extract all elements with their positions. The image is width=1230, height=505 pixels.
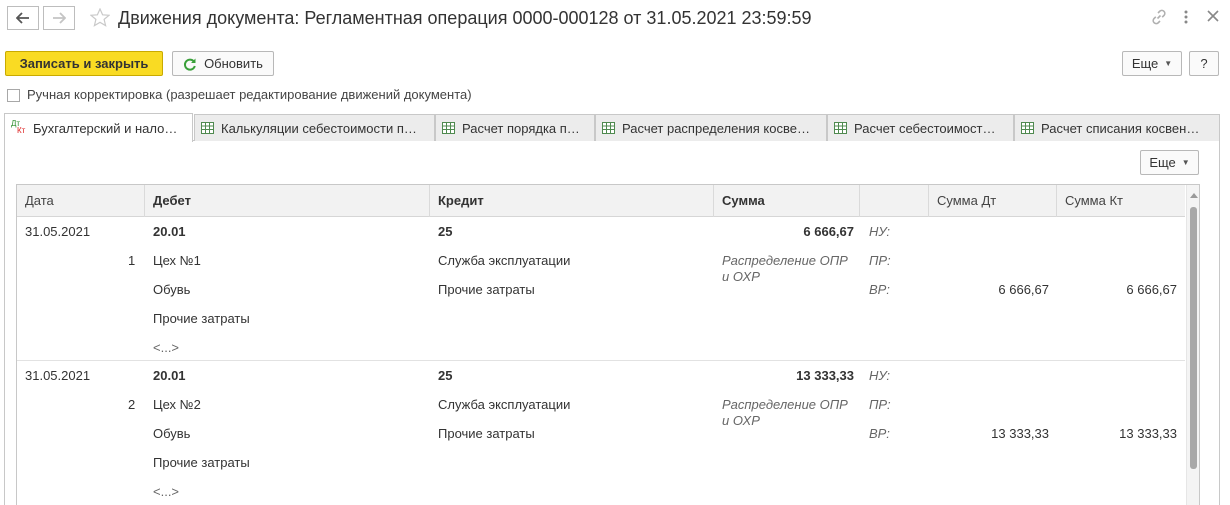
refresh-button[interactable]: Обновить: [172, 51, 274, 76]
row-sum: 13 333,33: [796, 368, 854, 383]
back-button[interactable]: [7, 6, 39, 30]
column-header-date[interactable]: Дата: [17, 185, 145, 217]
debit-subconto: Цех №1: [153, 253, 201, 268]
tab-label: Бухгалтерский и нало…: [33, 120, 178, 136]
column-header-sum-dt[interactable]: Сумма Дт: [929, 185, 1057, 217]
debit-account: 20.01: [153, 224, 186, 239]
dt-kt-icon: Дт Кт: [11, 119, 26, 135]
tab-label: Расчет порядка п…: [462, 120, 580, 136]
row-content: Распределение ОПР и ОХР: [722, 253, 848, 284]
debit-subconto: Прочие затраты: [153, 455, 250, 470]
credit-account: 25: [438, 368, 453, 383]
row-number: 2: [128, 397, 136, 412]
link-icon[interactable]: [1150, 8, 1168, 29]
debit-subconto: Обувь: [153, 282, 191, 297]
panel-more-label: Еще: [1149, 155, 1176, 170]
scroll-up-icon[interactable]: [1190, 193, 1198, 198]
debit-more[interactable]: <...>: [153, 484, 179, 500]
debit-more[interactable]: <...>: [153, 340, 179, 356]
type-nu: НУ:: [869, 224, 891, 239]
register-tabs: Дт Кт Бухгалтерский и нало… Калькуляции с…: [4, 113, 1220, 142]
row-sum-kt: 6 666,67: [1126, 282, 1177, 297]
row-sum-kt: 13 333,33: [1119, 426, 1177, 441]
table-icon: [1021, 122, 1034, 134]
debit-subconto: Цех №2: [153, 397, 201, 412]
save-and-close-button[interactable]: Записать и закрыть: [5, 51, 163, 76]
tab-order-calculation[interactable]: Расчет порядка п…: [435, 114, 595, 141]
type-vr: ВР:: [869, 282, 890, 297]
tab-label: Расчет себестоимост…: [854, 120, 996, 136]
favorite-star-icon[interactable]: [89, 7, 111, 30]
tab-accounting[interactable]: Дт Кт Бухгалтерский и нало…: [4, 113, 193, 142]
tab-label: Расчет распределения косве…: [622, 120, 810, 136]
refresh-icon: [184, 58, 196, 71]
chevron-down-icon: ▼: [1164, 59, 1173, 68]
type-pr: ПР:: [869, 397, 891, 412]
debit-account: 20.01: [153, 368, 186, 383]
vertical-scrollbar[interactable]: [1186, 185, 1199, 505]
debit-subconto: Прочие затраты: [153, 311, 250, 326]
credit-subconto: Прочие затраты: [438, 282, 535, 297]
more-button[interactable]: Еще ▼: [1122, 51, 1182, 76]
column-header-sum-kt[interactable]: Сумма Кт: [1057, 185, 1185, 217]
row-divider: [17, 360, 1185, 361]
type-pr: ПР:: [869, 253, 891, 268]
manual-adjust-checkbox[interactable]: [7, 89, 20, 102]
table-icon: [834, 122, 847, 134]
column-header-type[interactable]: [860, 185, 929, 217]
page-title: Движения документа: Регламентная операци…: [118, 8, 812, 28]
column-header-credit[interactable]: Кредит: [430, 185, 714, 217]
help-label: ?: [1200, 56, 1208, 71]
tab-cost-price[interactable]: Расчет себестоимост…: [827, 114, 1014, 141]
refresh-label: Обновить: [204, 56, 263, 71]
credit-subconto: Прочие затраты: [438, 426, 535, 441]
chevron-down-icon: ▼: [1181, 158, 1190, 167]
tab-indirect-distribution[interactable]: Расчет распределения косве…: [595, 114, 827, 141]
forward-button[interactable]: [43, 6, 75, 30]
table-icon: [201, 122, 214, 134]
tab-indirect-writeoff[interactable]: Расчет списания косвен…: [1014, 114, 1220, 141]
arrow-right-icon: [53, 12, 66, 24]
arrow-left-icon: [16, 12, 29, 24]
type-nu: НУ:: [869, 368, 891, 383]
row-content: Распределение ОПР и ОХР: [722, 397, 848, 428]
tab-label: Калькуляции себестоимости п…: [221, 120, 417, 136]
row-sum-dt: 6 666,67: [998, 282, 1049, 297]
column-header-sum[interactable]: Сумма: [714, 185, 860, 217]
row-date: 31.05.2021: [25, 224, 91, 239]
column-header-debit[interactable]: Дебет: [145, 185, 430, 217]
save-and-close-label: Записать и закрыть: [19, 56, 149, 71]
table-icon: [602, 122, 615, 134]
tab-cost-calculation[interactable]: Калькуляции себестоимости п…: [194, 114, 435, 141]
table-header: Дата Дебет Кредит Сумма Сумма Дт Сумма К…: [17, 185, 1185, 217]
panel-more-button[interactable]: Еще ▼: [1140, 150, 1199, 175]
row-sum: 6 666,67: [803, 224, 854, 239]
debit-subconto: Обувь: [153, 426, 191, 441]
help-button[interactable]: ?: [1189, 51, 1219, 76]
type-vr: ВР:: [869, 426, 890, 441]
row-number: 1: [128, 253, 136, 268]
close-icon[interactable]: [1206, 9, 1220, 26]
table-icon: [442, 122, 455, 134]
more-label: Еще: [1131, 56, 1159, 71]
more-vertical-icon[interactable]: [1182, 9, 1190, 28]
row-date: 31.05.2021: [25, 368, 91, 383]
credit-subconto: Служба эксплуатации: [438, 253, 571, 268]
scrollbar-thumb[interactable]: [1190, 207, 1197, 469]
row-sum-dt: 13 333,33: [991, 426, 1049, 441]
movements-table[interactable]: Дата Дебет Кредит Сумма Сумма Дт Сумма К…: [16, 184, 1200, 505]
manual-adjust-label[interactable]: Ручная корректировка (разрешает редактир…: [27, 87, 472, 102]
tab-label: Расчет списания косвен…: [1041, 120, 1200, 136]
credit-subconto: Служба эксплуатации: [438, 397, 571, 412]
credit-account: 25: [438, 224, 453, 239]
